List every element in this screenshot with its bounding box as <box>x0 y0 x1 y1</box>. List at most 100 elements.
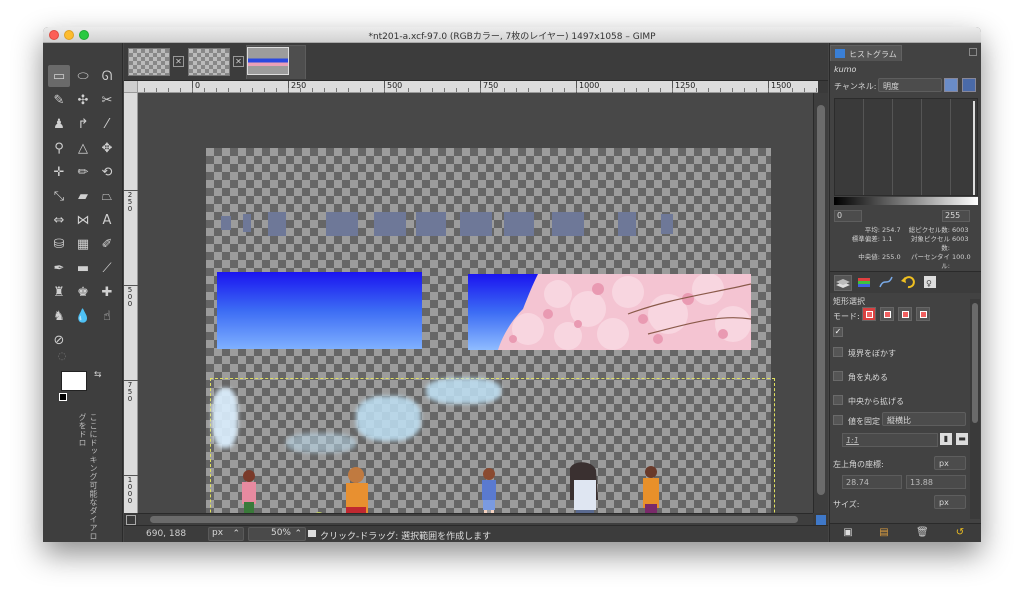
vertical-scroll-thumb[interactable] <box>817 105 825 495</box>
range-min-input[interactable]: 0 <box>834 210 862 222</box>
perspective-icon[interactable]: ⏢ <box>96 185 118 207</box>
zoom-select[interactable]: 50% ⌃ <box>248 527 306 541</box>
ratio-input[interactable]: 1:1 <box>842 433 938 447</box>
size-unit-select[interactable]: px <box>934 495 966 509</box>
unit-select[interactable]: px ⌃ <box>208 527 244 541</box>
rotate-icon[interactable]: ⟲ <box>96 161 118 183</box>
paths-icon[interactable]: ↱ <box>72 113 94 135</box>
zoom-icon[interactable]: ⚲ <box>48 137 70 159</box>
ruler-minor-tick <box>708 88 709 92</box>
close-tab-icon[interactable]: ✕ <box>173 56 184 67</box>
position-y-input[interactable]: 13.88 <box>906 475 966 489</box>
measure-icon[interactable]: △ <box>72 137 94 159</box>
mode-add-button[interactable] <box>880 307 894 321</box>
blend-icon[interactable]: ▦ <box>72 233 94 255</box>
mode-replace-button[interactable] <box>862 307 876 321</box>
rect-select-icon[interactable]: ▭ <box>48 65 70 87</box>
move-icon[interactable]: ✥ <box>96 137 118 159</box>
tool-options-scrollbar[interactable] <box>970 299 980 519</box>
ellipse-select-icon[interactable]: ⬭ <box>72 65 94 87</box>
fuzzy-select-icon[interactable]: ✎ <box>48 89 70 111</box>
antialias-checkbox[interactable]: ✓ <box>833 327 843 337</box>
size-label: サイズ: <box>833 500 860 509</box>
expand-center-checkbox[interactable] <box>833 395 843 405</box>
position-unit-value: px <box>939 459 949 468</box>
tab-undo[interactable] <box>900 275 918 291</box>
fixed-checkbox[interactable] <box>833 415 843 425</box>
fixed-mode-select[interactable]: 縦横比 <box>882 412 966 426</box>
position-unit-select[interactable]: px <box>934 456 966 470</box>
eraser-icon[interactable]: ▬ <box>72 257 94 279</box>
horizontal-scrollbar[interactable] <box>138 513 813 525</box>
clone-icon[interactable]: ♚ <box>72 281 94 303</box>
pencil-glyph: ✐ <box>101 236 113 252</box>
canvas-area[interactable] <box>138 93 813 542</box>
paintbrush-icon[interactable]: ✒ <box>48 257 70 279</box>
scale-icon[interactable]: ⤡ <box>48 185 70 207</box>
smudge-icon[interactable]: ☝ <box>96 305 118 327</box>
ruler-tick-label: 0 <box>195 81 201 90</box>
heal-icon[interactable]: ✚ <box>96 281 118 303</box>
landscape-icon[interactable]: ▬ <box>956 433 968 445</box>
restore-options-icon[interactable]: ▤ <box>878 527 890 539</box>
tab-tool-options[interactable] <box>834 275 852 291</box>
align-icon[interactable]: ✛ <box>48 161 70 183</box>
ruler-minor-tick <box>204 88 205 92</box>
linear-histogram-button[interactable] <box>944 78 958 92</box>
bucket-fill-icon[interactable]: ⛁ <box>48 233 70 255</box>
tool-options-toggle-icon[interactable]: ◌ <box>51 345 73 367</box>
close-tab-icon[interactable]: ✕ <box>233 56 244 67</box>
image-canvas[interactable] <box>206 148 775 542</box>
foreground-color[interactable] <box>61 371 87 391</box>
channel-select[interactable]: 明度 <box>878 78 942 92</box>
horizontal-scroll-thumb[interactable] <box>150 516 798 523</box>
count-label: 対象ピクセル数: <box>911 235 950 252</box>
reset-colors-icon[interactable] <box>59 393 67 401</box>
scissors-icon[interactable]: ✂ <box>96 89 118 111</box>
log-histogram-button[interactable] <box>962 78 976 92</box>
perspective-clone-icon[interactable]: ♞ <box>48 305 70 327</box>
mode-intersect-button[interactable] <box>916 307 930 321</box>
tab-images[interactable]: ♀ <box>922 275 940 291</box>
blur-icon[interactable]: 💧 <box>72 305 94 327</box>
color-select-icon[interactable]: ✣ <box>72 89 94 111</box>
mode-subtract-button[interactable] <box>898 307 912 321</box>
crop-icon[interactable]: ✏ <box>72 161 94 183</box>
cage-icon[interactable]: ⋈ <box>72 209 94 231</box>
ruler-minor-tick <box>408 88 409 92</box>
range-max-input[interactable]: 255 <box>942 210 970 222</box>
portrait-icon[interactable]: ▮ <box>940 433 952 445</box>
ink-icon[interactable]: ♜ <box>48 281 70 303</box>
navigate-button[interactable] <box>816 515 826 525</box>
rounded-checkbox[interactable] <box>833 371 843 381</box>
tab-paths[interactable] <box>878 275 896 291</box>
histogram-gridline <box>950 99 951 195</box>
image-tab-2[interactable]: ✕ <box>188 47 248 77</box>
flip-icon[interactable]: ⇔ <box>48 209 70 231</box>
quick-mask-toggle[interactable] <box>126 515 136 525</box>
shear-icon[interactable]: ▰ <box>72 185 94 207</box>
save-options-icon[interactable]: ▣ <box>842 527 854 539</box>
lasso-icon[interactable]: ᘏ <box>96 65 118 87</box>
tab-histogram[interactable]: ヒストグラム <box>830 45 902 61</box>
color-swatches[interactable]: ⇆ <box>59 370 106 406</box>
ruler-minor-tick <box>612 88 613 92</box>
position-x-input[interactable]: 28.74 <box>842 475 902 489</box>
foreground-select-icon[interactable]: ♟ <box>48 113 70 135</box>
ruler-minor-tick <box>168 88 169 92</box>
swap-colors-icon[interactable]: ⇆ <box>94 370 102 380</box>
text-icon[interactable]: A <box>96 209 118 231</box>
histogram-view[interactable] <box>834 98 978 196</box>
delete-options-icon[interactable]: 🗑 <box>916 527 929 539</box>
feather-checkbox[interactable] <box>833 347 843 357</box>
pixels-label: 総ピクセル数: <box>908 226 950 234</box>
vertical-scrollbar[interactable] <box>813 93 828 513</box>
airbrush-icon[interactable]: ⟋ <box>96 257 118 279</box>
image-tab-1[interactable]: ✕ <box>128 47 188 77</box>
color-picker-icon[interactable]: ⁄ <box>96 113 118 135</box>
image-tab-3[interactable] <box>246 45 306 79</box>
tab-brushes[interactable] <box>856 275 874 291</box>
reset-options-icon[interactable]: ↺ <box>954 527 966 539</box>
dock-menu-icon[interactable] <box>969 48 977 56</box>
pencil-icon[interactable]: ✐ <box>96 233 118 255</box>
